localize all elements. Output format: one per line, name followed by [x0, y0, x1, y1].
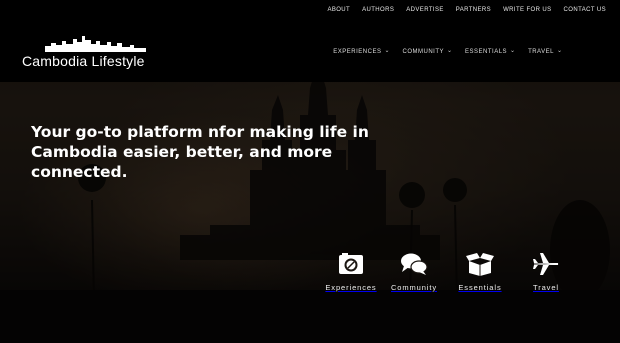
category-community[interactable]: Community: [382, 252, 446, 292]
top-nav-write-for-us[interactable]: WRITE FOR US: [503, 7, 551, 13]
chevron-down-icon: ⌄: [510, 48, 516, 54]
logo-text: Cambodia Lifestyle: [22, 53, 145, 69]
main-nav-experiences[interactable]: EXPERIENCES ⌄: [333, 48, 389, 55]
hero-headline: Your go-to platform nfor making life in …: [31, 123, 369, 181]
main-nav-community[interactable]: COMMUNITY ⌄: [402, 48, 452, 55]
top-nav-authors[interactable]: AUTHORS: [362, 7, 394, 13]
category-essentials[interactable]: Essentials: [448, 252, 512, 292]
site-logo[interactable]: Cambodia Lifestyle: [22, 36, 154, 72]
camera-icon: [339, 253, 363, 274]
top-nav-partners[interactable]: PARTNERS: [456, 7, 491, 13]
category-label: Community: [390, 283, 438, 292]
category-label: Essentials: [458, 283, 502, 292]
top-nav-advertise[interactable]: ADVERTISE: [406, 7, 444, 13]
category-travel[interactable]: Travel: [514, 252, 578, 292]
main-nav: EXPERIENCES ⌄ COMMUNITY ⌄ ESSENTIALS ⌄ T…: [333, 48, 562, 55]
category-label: Travel: [533, 283, 559, 292]
main-nav-essentials[interactable]: ESSENTIALS ⌄: [465, 48, 515, 55]
main-nav-label: COMMUNITY: [402, 48, 444, 55]
chevron-down-icon: ⌄: [446, 48, 453, 54]
top-nav: ABOUT AUTHORS ADVERTISE PARTNERS WRITE F…: [327, 7, 606, 13]
chat-bubbles-icon: [401, 253, 428, 275]
main-nav-travel[interactable]: TRAVEL ⌄: [528, 48, 562, 55]
main-nav-label: TRAVEL: [528, 48, 554, 55]
main-nav-label: ESSENTIALS: [465, 48, 508, 55]
main-nav-label: EXPERIENCES: [333, 48, 382, 55]
chevron-down-icon: ⌄: [556, 48, 562, 54]
city-skyline-icon: [45, 36, 146, 52]
category-experiences[interactable]: Experiences: [319, 252, 383, 292]
category-cards: Experiences Community Essentials Travel: [319, 252, 579, 302]
category-label: Experiences: [325, 283, 377, 292]
open-box-icon: [466, 253, 494, 276]
chevron-down-icon: ⌄: [384, 48, 390, 54]
top-nav-about[interactable]: ABOUT: [327, 7, 350, 13]
airplane-icon: [533, 253, 559, 275]
top-nav-contact-us[interactable]: CONTACT US: [564, 7, 606, 13]
